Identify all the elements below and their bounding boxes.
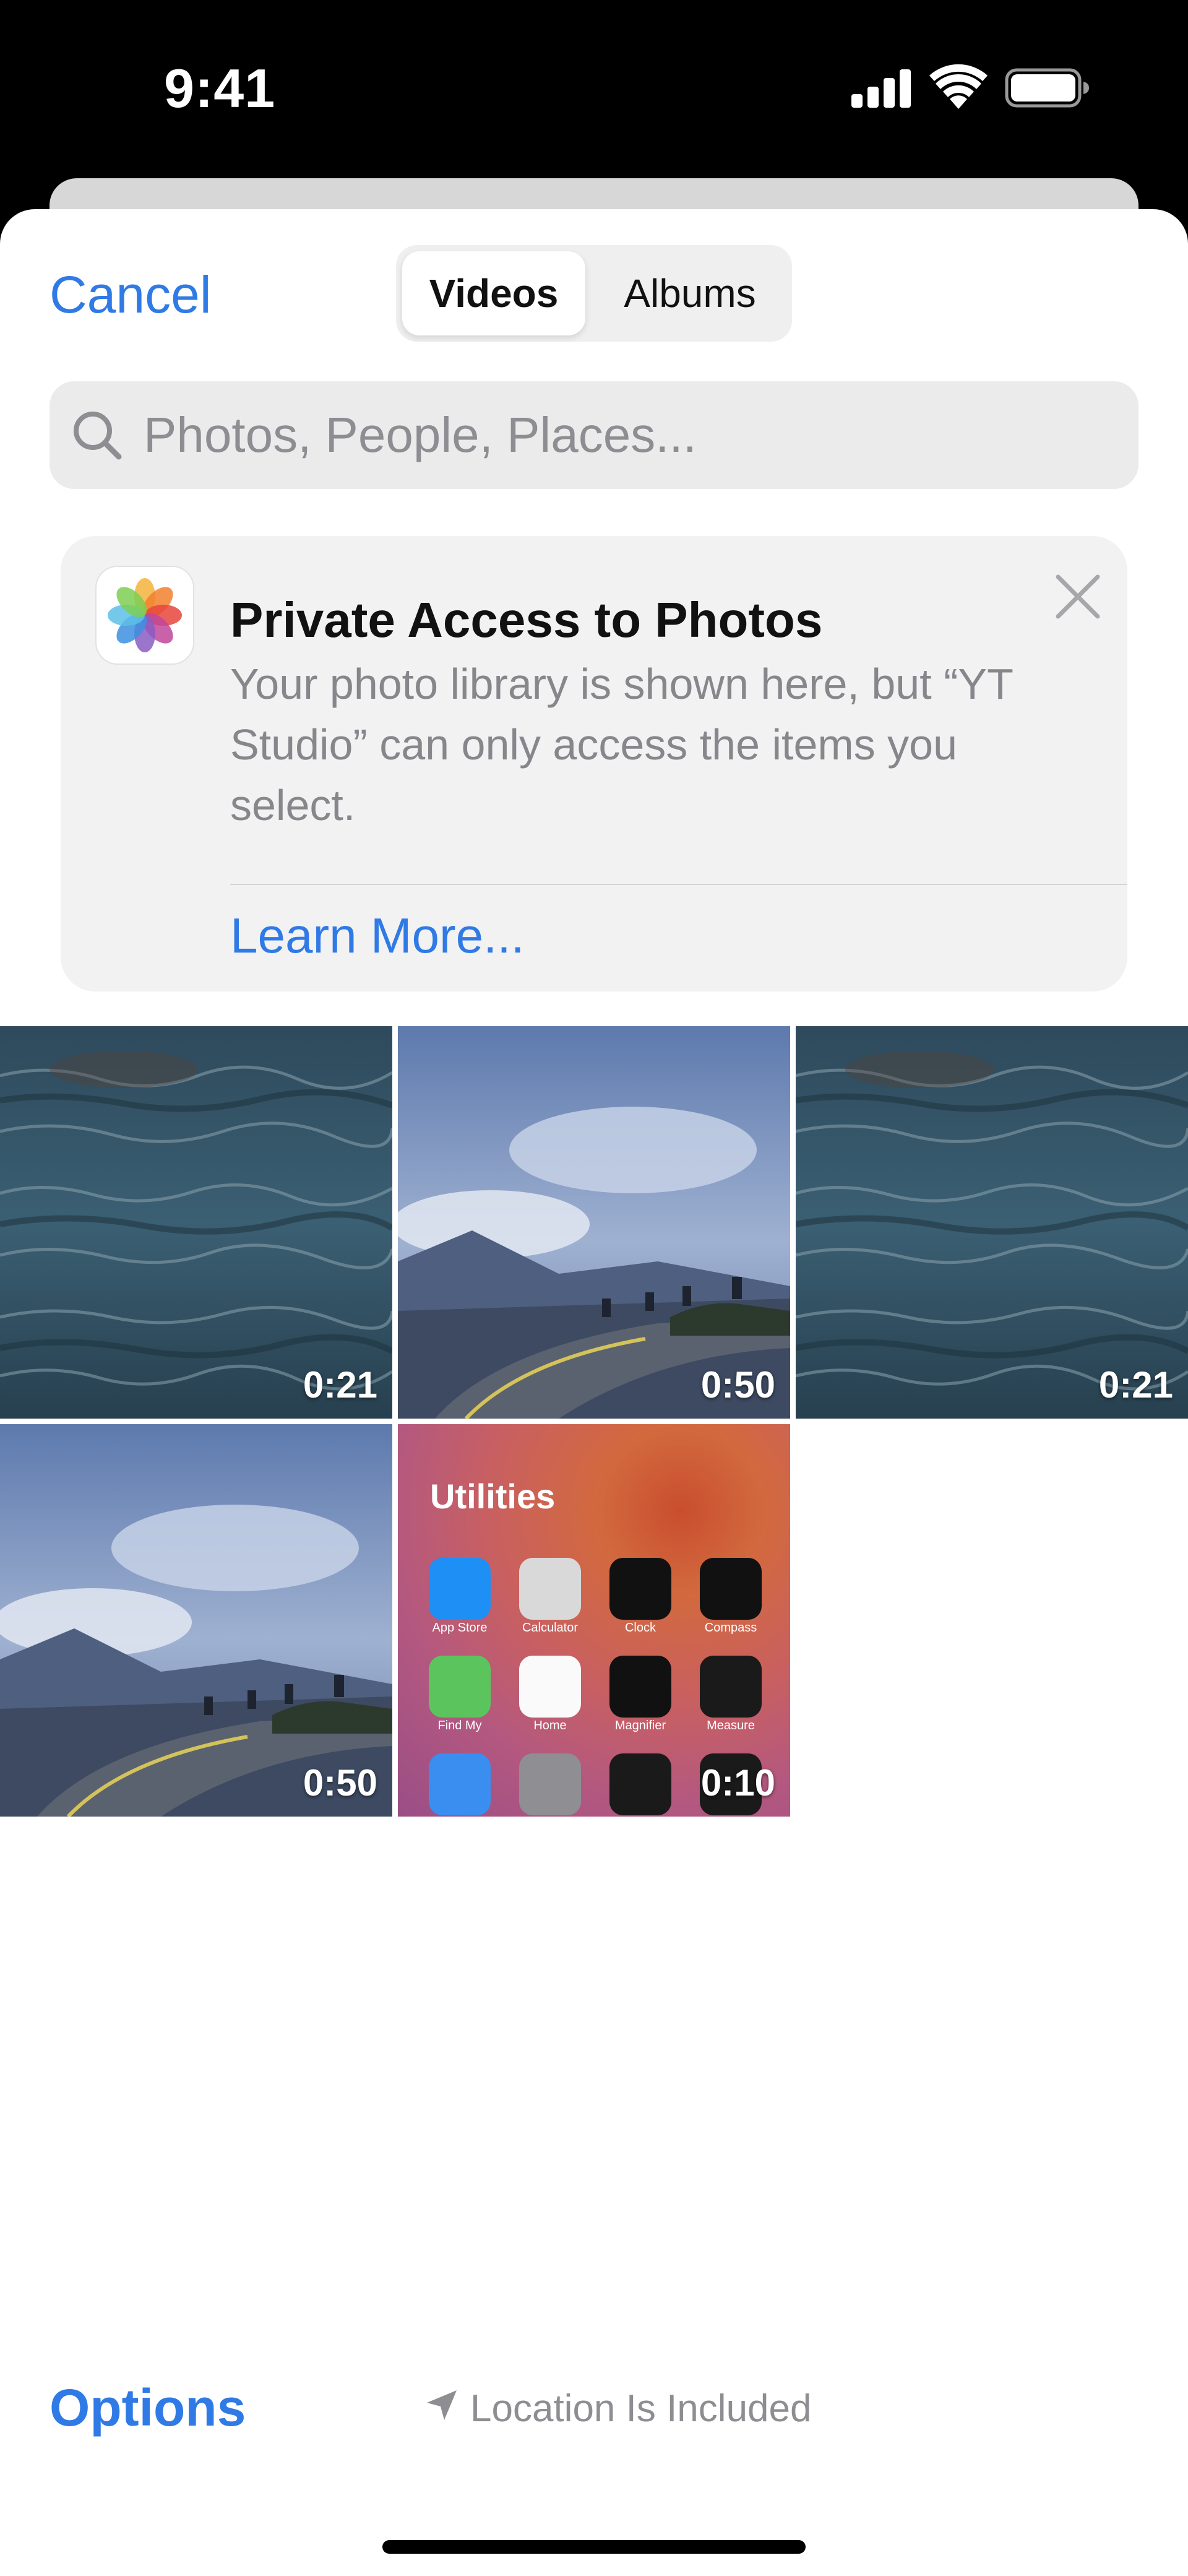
options-button[interactable]: Options — [50, 2378, 246, 2438]
ocean-waves-image — [796, 1026, 1188, 1419]
safari-icon — [429, 1753, 491, 1815]
magnifier-icon — [609, 1656, 671, 1718]
app-label: App Store — [432, 1621, 488, 1635]
clock-icon — [609, 1558, 671, 1620]
app-label: Measure — [707, 1719, 755, 1732]
tab-albums[interactable]: Albums — [594, 251, 786, 335]
video-thumbnail-utilities[interactable]: Utilities App Store Calculator Clock Com… — [398, 1424, 790, 1817]
tab-videos[interactable]: Videos — [402, 251, 585, 335]
app-label: Home — [533, 1719, 567, 1732]
video-duration: 0:50 — [303, 1762, 377, 1804]
private-access-card: Private Access to Photos Your photo libr… — [61, 536, 1127, 992]
battery-icon — [1005, 68, 1089, 108]
mountain-road-image — [0, 1424, 392, 1817]
wifi-icon — [929, 64, 988, 109]
app-label: Find My — [437, 1719, 482, 1732]
ocean-waves-image — [0, 1026, 392, 1419]
search-input[interactable] — [144, 381, 1109, 489]
segmented-control: Videos Albums — [396, 245, 792, 342]
video-duration: 0:10 — [700, 1762, 775, 1804]
video-duration: 0:50 — [700, 1364, 775, 1406]
search-icon — [74, 412, 122, 460]
app-label: Compass — [704, 1621, 757, 1635]
location-arrow-icon — [427, 2390, 457, 2420]
cellular-signal-icon — [851, 69, 911, 108]
app-label: Calculator — [522, 1621, 579, 1635]
search-bar — [50, 381, 1138, 489]
video-thumbnail-ocean-2[interactable]: 0:21 — [796, 1026, 1188, 1419]
status-time: 9:41 — [164, 58, 276, 119]
photo-picker-sheet: Cancel Videos Albums Photos, People, Pla… — [0, 209, 1188, 2576]
measure-icon — [700, 1656, 762, 1718]
status-bar: 9:41 — [0, 0, 1188, 179]
learn-more-link[interactable]: Learn More... — [230, 907, 525, 964]
cancel-button[interactable]: Cancel — [50, 265, 211, 324]
video-duration: 0:21 — [1098, 1364, 1173, 1406]
video-thumbnail-road-1[interactable]: 0:50 — [398, 1026, 790, 1419]
location-status: Location Is Included — [470, 2387, 812, 2430]
app-label: Magnifier — [614, 1719, 666, 1732]
video-thumbnail-ocean-1[interactable]: 0:21 — [0, 1026, 392, 1419]
photos-app-icon — [95, 566, 194, 665]
app-label: Clock — [624, 1621, 656, 1635]
card-divider — [230, 884, 1127, 885]
mountain-road-image — [398, 1026, 790, 1419]
card-title: Private Access to Photos — [230, 592, 823, 647]
video-duration: 0:21 — [303, 1364, 377, 1406]
video-thumbnail-road-2[interactable]: 0:50 — [0, 1424, 392, 1817]
home-icon — [519, 1656, 581, 1718]
card-description: Your photo library is shown here, but “Y… — [230, 660, 1013, 829]
home-indicator — [382, 2540, 806, 2554]
utilities-folder-title: Utilities — [430, 1477, 556, 1516]
close-icon[interactable] — [1048, 567, 1108, 626]
find-my-icon — [429, 1656, 491, 1718]
voice-memos-icon — [609, 1753, 671, 1815]
calculator-icon — [519, 1558, 581, 1620]
app-store-icon — [429, 1558, 491, 1620]
settings-icon — [519, 1753, 581, 1815]
compass-icon — [700, 1558, 762, 1620]
